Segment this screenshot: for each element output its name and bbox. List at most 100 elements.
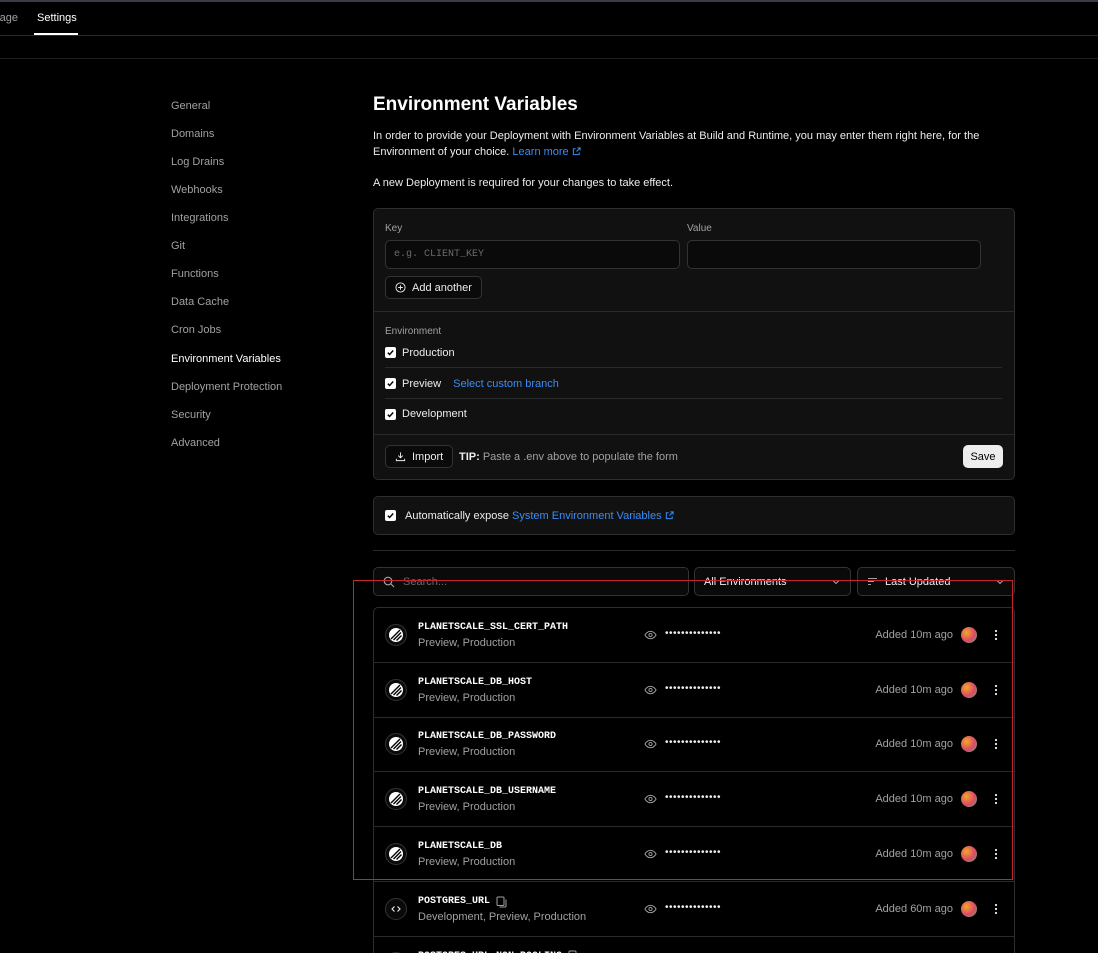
- eye-icon[interactable]: [644, 684, 657, 696]
- chevron-down-icon: [996, 579, 1004, 584]
- sidebar-item-functions[interactable]: Functions: [171, 268, 219, 280]
- save-button[interactable]: Save: [963, 445, 1003, 468]
- expose-label: Automatically expose: [405, 509, 509, 522]
- eye-icon[interactable]: [644, 738, 657, 750]
- more-vertical-icon: [994, 903, 998, 914]
- variable-row[interactable]: PLANETSCALE_DB_PASSWORD Preview, Producti…: [374, 717, 1014, 773]
- sidebar-item-advanced[interactable]: Advanced: [171, 437, 220, 449]
- sidebar-item-deployment-protection[interactable]: Deployment Protection: [171, 381, 282, 393]
- more-options-button[interactable]: [989, 900, 1003, 918]
- learn-more-label: Learn more: [512, 146, 569, 158]
- deployment-note: A new Deployment is required for your ch…: [373, 177, 674, 189]
- avatar: [961, 627, 977, 643]
- import-button[interactable]: Import: [385, 445, 454, 468]
- more-options-button[interactable]: [989, 790, 1003, 808]
- sidebar-item-environment-variables[interactable]: Environment Variables: [171, 353, 281, 365]
- variable-environments: Preview, Production: [418, 746, 516, 759]
- sidebar-item-general[interactable]: General: [171, 100, 210, 112]
- add-variable-form: Key Value Add another Environment Produc…: [373, 208, 1015, 480]
- tip-text: TIP: Paste a .env above to populate the …: [459, 451, 678, 463]
- variable-name-text: PLANETSCALE_DB_HOST: [418, 676, 533, 688]
- sidebar-item-domains[interactable]: Domains: [171, 128, 214, 140]
- add-another-button[interactable]: Add another: [385, 276, 482, 299]
- system-env-vars-link[interactable]: System Environment Variables: [512, 510, 674, 522]
- production-checkbox[interactable]: [385, 347, 396, 358]
- sidebar-item-integrations[interactable]: Integrations: [171, 212, 228, 224]
- key-input[interactable]: [385, 240, 680, 269]
- variable-value-masked: ••••••••••••••: [665, 792, 722, 804]
- project-tabs: rage Settings: [0, 2, 1098, 36]
- variable-row[interactable]: POSTGRES_URL Development, Preview, Produc…: [374, 882, 1014, 937]
- variables-list: PLANETSCALE_SSL_CERT_PATH Preview, Produc…: [373, 607, 1015, 953]
- more-vertical-icon: [994, 629, 998, 641]
- sidebar-item-cron-jobs[interactable]: Cron Jobs: [171, 324, 221, 336]
- sidebar-item-log-drains[interactable]: Log Drains: [171, 156, 224, 168]
- value-input[interactable]: [687, 240, 981, 269]
- key-label: Key: [385, 223, 403, 234]
- variable-row[interactable]: PLANETSCALE_DB_HOST Preview, Production ••…: [374, 663, 1014, 718]
- sort-select[interactable]: Last Updated: [857, 567, 1015, 596]
- expose-system-vars-card: Automatically expose System Environment …: [373, 496, 1015, 535]
- development-checkbox[interactable]: [385, 408, 396, 420]
- select-custom-branch-link[interactable]: Select custom branch: [453, 378, 559, 390]
- sidebar-item-security[interactable]: Security: [171, 409, 211, 421]
- expose-text: Automatically expose System Environment …: [405, 510, 674, 522]
- avatar: [961, 791, 977, 808]
- more-options-button[interactable]: [989, 735, 1003, 753]
- more-options-button[interactable]: [989, 845, 1003, 863]
- learn-more-link[interactable]: Learn more: [512, 146, 581, 158]
- tab-settings[interactable]: Settings: [37, 12, 77, 24]
- avatar: [961, 736, 977, 753]
- search-field[interactable]: [373, 567, 689, 596]
- eye-icon[interactable]: [644, 629, 657, 641]
- copy-icon[interactable]: [496, 896, 507, 908]
- sidebar-item-data-cache[interactable]: Data Cache: [171, 296, 229, 308]
- page-title: Environment Variables: [373, 94, 578, 115]
- variable-row[interactable]: PLANETSCALE_DB_USERNAME Preview, Producti…: [374, 772, 1014, 828]
- active-tab-indicator: [34, 33, 78, 35]
- check-icon: [387, 381, 394, 387]
- plus-circle-icon: [395, 282, 406, 293]
- sidebar-item-git[interactable]: Git: [171, 240, 185, 252]
- check-icon: [387, 513, 394, 519]
- eye-icon[interactable]: [644, 903, 657, 915]
- env-option-preview[interactable]: Preview Select custom branch: [385, 369, 1002, 399]
- variable-updated-time: Added 10m ago: [875, 793, 953, 806]
- env-option-production[interactable]: Production: [385, 338, 1002, 368]
- expose-checkbox[interactable]: [385, 510, 396, 521]
- planetscale-icon: [385, 733, 407, 756]
- more-options-button[interactable]: [989, 681, 1003, 699]
- variable-row[interactable]: POSTGRES_URL_NON_POOLING: [374, 936, 1014, 953]
- variable-environments: Preview, Production: [418, 801, 516, 814]
- variable-updated-time: Added 10m ago: [875, 683, 953, 696]
- variable-value-masked: ••••••••••••••: [665, 628, 722, 639]
- variable-row[interactable]: PLANETSCALE_DB Preview, Production •••••••…: [374, 827, 1014, 882]
- env-option-development[interactable]: Development: [385, 399, 1002, 429]
- preview-checkbox[interactable]: [385, 378, 396, 389]
- eye-icon[interactable]: [644, 793, 657, 805]
- section-divider: [373, 550, 1015, 551]
- variable-environments: Preview, Production: [418, 691, 516, 704]
- system-env-vars-label: System Environment Variables: [512, 509, 662, 522]
- more-options-button[interactable]: [989, 626, 1003, 644]
- eye-icon[interactable]: [644, 848, 657, 860]
- search-input[interactable]: [403, 575, 673, 588]
- more-vertical-icon: [994, 739, 998, 750]
- preview-label: Preview: [402, 377, 442, 390]
- variable-name: POSTGRES_URL: [418, 896, 507, 908]
- variable-name-text: POSTGRES_URL: [418, 896, 491, 907]
- avatar: [961, 900, 977, 917]
- external-link-icon: [572, 147, 581, 156]
- variable-name: PLANETSCALE_DB_PASSWORD: [418, 731, 556, 742]
- variable-value-masked: ••••••••••••••: [665, 737, 722, 749]
- sidebar-item-webhooks[interactable]: Webhooks: [171, 184, 223, 196]
- avatar: [961, 681, 977, 698]
- variable-row[interactable]: PLANETSCALE_SSL_CERT_PATH Preview, Produc…: [374, 608, 1014, 663]
- variable-environments: Preview, Production: [418, 637, 516, 649]
- code-icon: [385, 897, 407, 920]
- planetscale-icon: [385, 624, 407, 646]
- tab-storage[interactable]: rage: [0, 12, 18, 24]
- chevron-down-icon: [832, 579, 840, 584]
- tip-prefix: TIP:: [459, 451, 480, 463]
- environment-filter-select[interactable]: All Environments: [694, 567, 851, 596]
